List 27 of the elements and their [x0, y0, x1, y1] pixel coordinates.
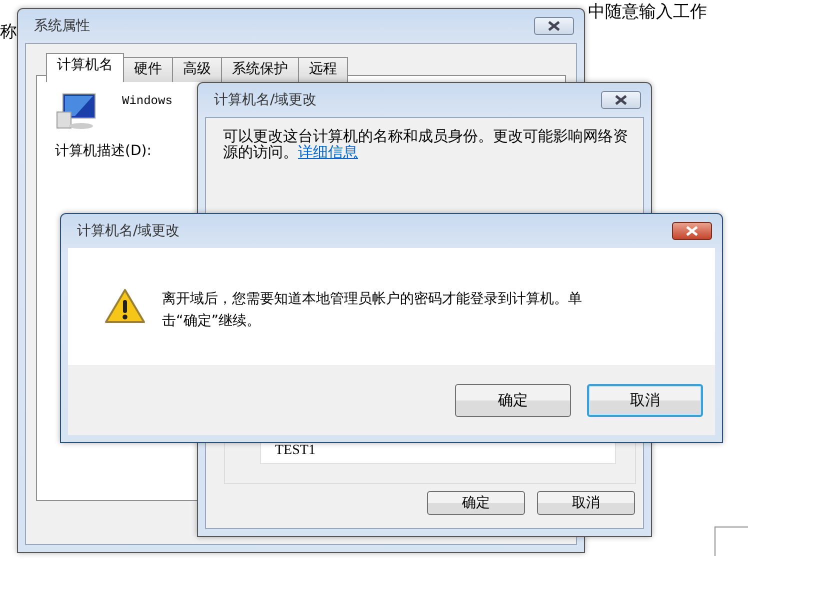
- tab[interactable]: 高级: [172, 57, 222, 82]
- close-icon: [685, 226, 699, 236]
- document-text: 中随意输入工作: [588, 1, 707, 23]
- crop-mark: [714, 526, 748, 556]
- warning-message: 离开域后，您需要知道本地管理员帐户的密码才能登录到计算机。单击“确定”继续。: [162, 290, 583, 331]
- tab[interactable]: 远程: [298, 57, 348, 82]
- dialog-button[interactable]: 取消: [537, 491, 635, 515]
- close-icon: [547, 21, 561, 31]
- close-button[interactable]: [534, 17, 574, 35]
- dialog-button[interactable]: 取消: [587, 384, 703, 416]
- window-title: 计算机名/域更改: [77, 222, 180, 240]
- os-label: Windows: [122, 94, 172, 108]
- close-button[interactable]: [601, 91, 641, 109]
- details-link[interactable]: 详细信息: [298, 143, 358, 161]
- close-button[interactable]: [672, 222, 712, 240]
- window-title: 系统属性: [34, 17, 90, 35]
- tab[interactable]: 计算机名: [46, 53, 124, 82]
- intro-text: 可以更改这台计算机的名称和成员身份。更改可能影响网络资源的访问。详细信息: [223, 128, 629, 160]
- description-label: 计算机描述(D):: [55, 142, 152, 160]
- window-title: 计算机名/域更改: [214, 91, 317, 109]
- tab[interactable]: 硬件: [123, 57, 173, 82]
- close-icon: [614, 95, 628, 105]
- document-text: 称: [0, 21, 17, 43]
- dialog-button[interactable]: 确定: [427, 491, 525, 515]
- warning-icon: [104, 288, 146, 324]
- tab[interactable]: 系统保护: [221, 57, 299, 82]
- dialog-button[interactable]: 确定: [455, 384, 571, 416]
